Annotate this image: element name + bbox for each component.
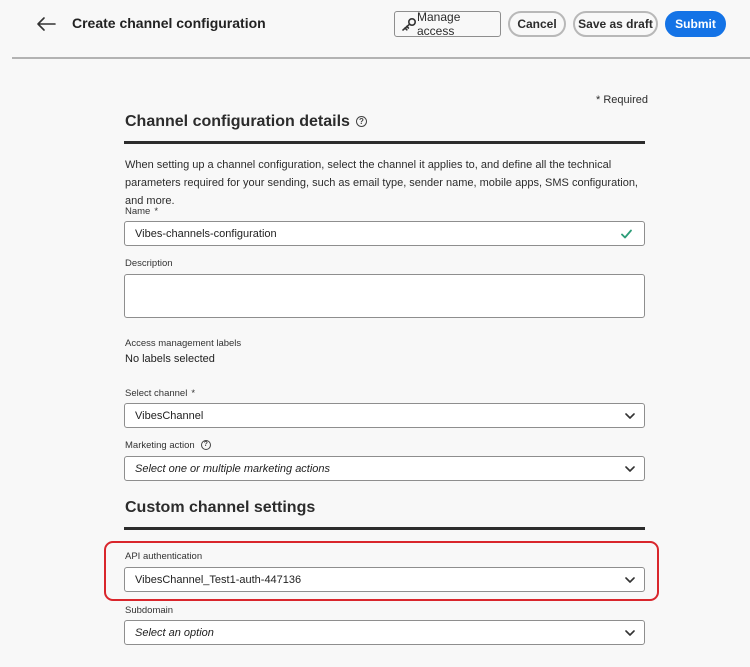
required-mark: * (154, 206, 159, 217)
marketing-action-label: Marketing action? (125, 440, 211, 451)
header-divider (12, 57, 750, 59)
help-icon[interactable]: ? (200, 440, 211, 451)
description-field[interactable] (124, 274, 645, 318)
submit-button[interactable]: Submit (665, 11, 726, 37)
select-channel-label: Select channel * (125, 388, 195, 399)
name-label-text: Name (125, 206, 151, 217)
manage-access-button[interactable]: Manage access (394, 10, 501, 38)
description-label: Description (125, 258, 173, 269)
checkmark-icon (621, 229, 632, 239)
marketing-action-dropdown[interactable]: Select one or multiple marketing actions (124, 456, 645, 481)
api-auth-dropdown[interactable]: VibesChannel_Test1-auth-447136 (124, 567, 645, 592)
chevron-down-icon (625, 630, 635, 636)
subdomain-placeholder: Select an option (135, 626, 214, 639)
name-value: Vibes-channels-configuration (135, 227, 277, 240)
details-title-text: Channel configuration details (125, 113, 350, 130)
intro-text: When setting up a channel configuration,… (125, 159, 638, 207)
chevron-down-icon (625, 413, 635, 419)
custom-section-title: Custom channel settings (125, 499, 316, 516)
access-labels-label: Access management labels (125, 338, 242, 349)
back-arrow-icon[interactable] (35, 14, 57, 34)
api-auth-label: API authentication (125, 551, 203, 562)
chevron-down-icon (625, 466, 635, 472)
save-as-draft-button[interactable]: Save as draft (573, 11, 658, 37)
marketing-action-placeholder: Select one or multiple marketing actions (135, 462, 331, 475)
help-icon[interactable]: ? (355, 116, 367, 128)
details-section-title: Channel configuration details? (125, 113, 367, 131)
select-channel-dropdown[interactable]: VibesChannel (124, 403, 645, 428)
details-section-rule (124, 141, 645, 144)
required-note: * Required (596, 94, 648, 106)
manage-access-label: Manage access (417, 10, 461, 38)
api-auth-value: VibesChannel_Test1-auth-447136 (135, 573, 302, 586)
subdomain-label: Subdomain (125, 605, 174, 616)
subdomain-dropdown[interactable]: Select an option (124, 620, 645, 645)
custom-section-rule (124, 527, 645, 530)
required-mark: * (191, 388, 196, 399)
select-channel-value: VibesChannel (135, 409, 204, 422)
page-header: Create channel configuration Manage acce… (0, 0, 750, 59)
chevron-down-icon (625, 577, 635, 583)
access-labels-value: No labels selected (125, 353, 215, 365)
marketing-action-label-text: Marketing action (125, 440, 195, 451)
name-label: Name * (125, 206, 158, 217)
cancel-button[interactable]: Cancel (508, 11, 566, 37)
key-icon (402, 17, 417, 31)
select-channel-label-text: Select channel (125, 388, 188, 399)
page-title: Create channel configuration (72, 15, 266, 31)
name-field[interactable]: Vibes-channels-configuration (124, 221, 645, 246)
